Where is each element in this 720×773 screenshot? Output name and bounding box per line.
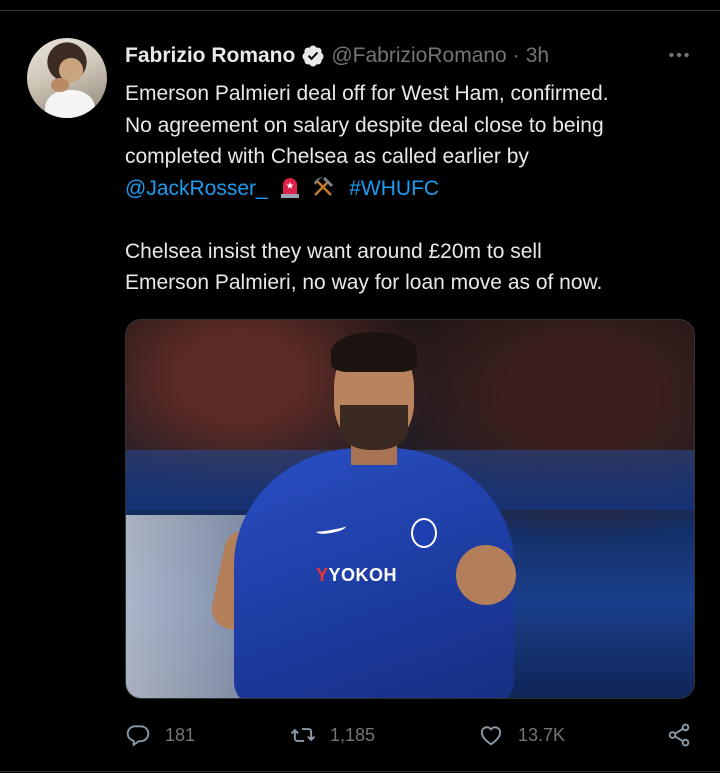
avatar-shirt <box>45 90 95 118</box>
tweet-line-2: No agreement on salary despite deal clos… <box>125 113 604 137</box>
reply-count: 181 <box>165 724 196 745</box>
tweet-photo[interactable]: YYOKOH <box>125 319 695 699</box>
tweet-line-6: Emerson Palmieri, no way for loan move a… <box>125 271 603 294</box>
retweet-button[interactable]: 1,185 <box>290 720 375 750</box>
siren-emoji <box>280 177 299 198</box>
hammer-and-pick-emoji <box>314 176 334 196</box>
share-icon <box>668 723 690 747</box>
like-icon <box>480 726 502 746</box>
photo-hand-right <box>456 545 516 605</box>
separator-dot: · <box>512 44 520 67</box>
photo-hair <box>331 332 417 372</box>
tweet-header: Fabrizio Romano @FabrizioRomano · 3h <box>125 41 549 71</box>
avatar[interactable] <box>27 38 107 118</box>
more-icon[interactable] <box>664 40 694 70</box>
tweet-line-4: @JackRosser_ #WHUFC <box>125 173 705 205</box>
photo-beard <box>340 405 408 450</box>
reply-icon <box>126 725 150 747</box>
verified-badge-icon <box>302 45 324 67</box>
retweet-count: 1,185 <box>330 724 376 745</box>
tweet-line-1: Emerson Palmieri deal off for West Ham, … <box>125 82 609 105</box>
mention-link[interactable]: @JackRosser_ <box>125 177 268 200</box>
author-handle[interactable]: @FabrizioRomano <box>331 44 506 68</box>
tweet-text: Emerson Palmieri deal off for West Ham, … <box>125 78 705 299</box>
reply-button[interactable]: 181 <box>125 720 195 750</box>
like-count: 13.7K <box>518 724 566 745</box>
share-button[interactable] <box>666 720 692 750</box>
retweet-icon <box>290 728 316 742</box>
tweet-line-5: Chelsea insist they want around £20m to … <box>125 239 542 263</box>
action-bar: 181 1,185 13.7K <box>125 720 695 750</box>
photo-sponsor-text: YYOKOH <box>316 565 398 585</box>
like-button[interactable]: 13.7K <box>478 720 565 750</box>
author-name[interactable]: Fabrizio Romano <box>125 44 295 68</box>
tweet-line-3: completed with Chelsea as called earlier… <box>125 145 529 168</box>
avatar-hand <box>51 78 69 92</box>
top-divider <box>0 10 720 11</box>
tweet-time[interactable]: 3h <box>526 44 549 68</box>
hashtag-link[interactable]: #WHUFC <box>349 177 439 200</box>
bottom-divider <box>0 771 720 772</box>
photo-club-crest <box>411 518 437 548</box>
